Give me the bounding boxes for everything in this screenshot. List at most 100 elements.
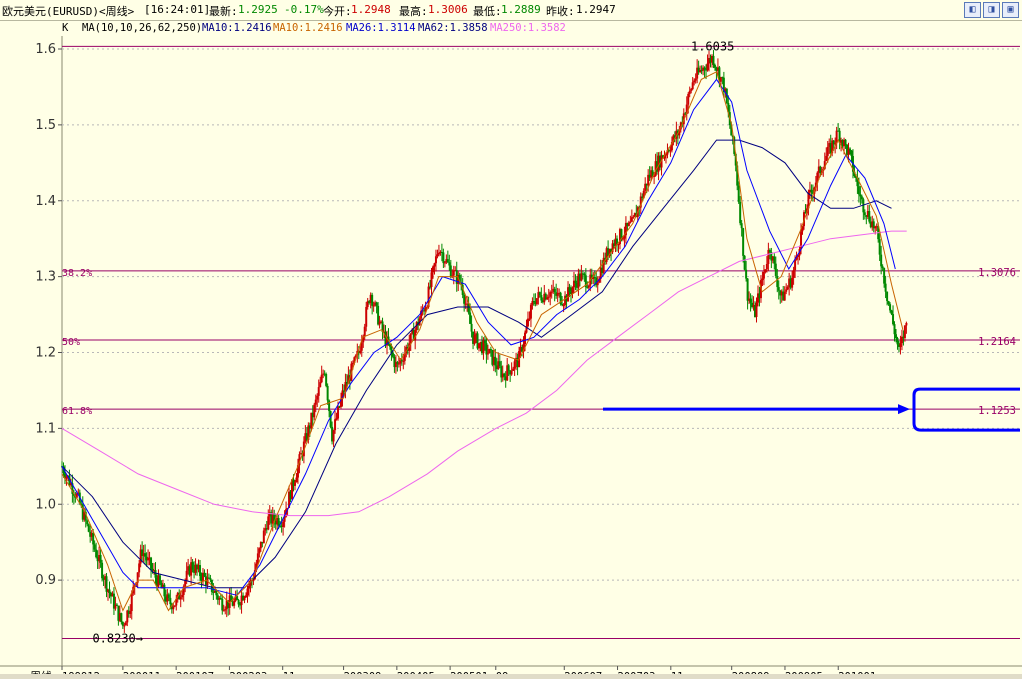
candle-body-475 bbox=[765, 264, 768, 270]
candle-body-40 bbox=[120, 613, 123, 622]
y-tick-label-2: 1.1 bbox=[35, 421, 56, 436]
candle-body-252 bbox=[434, 256, 437, 264]
candle-body-556 bbox=[886, 291, 889, 302]
candle-body-3 bbox=[65, 476, 68, 479]
candle-body-104 bbox=[215, 590, 218, 596]
candle-body-185 bbox=[335, 418, 338, 420]
candle-body-276 bbox=[470, 323, 473, 332]
candle-body-457 bbox=[739, 201, 742, 224]
candle-body-23 bbox=[95, 549, 98, 558]
candle-body-559 bbox=[890, 310, 893, 315]
candle-body-66 bbox=[158, 575, 161, 584]
latest-value: 1.2925 bbox=[238, 3, 278, 16]
candle-body-81 bbox=[181, 594, 184, 598]
candle-body-32 bbox=[108, 589, 111, 593]
y-tick-label-3: 1.2 bbox=[35, 346, 56, 361]
candle-body-118 bbox=[236, 596, 239, 601]
candle-body-133 bbox=[258, 548, 261, 554]
candle-body-60 bbox=[150, 557, 153, 569]
candle-body-258 bbox=[443, 262, 446, 264]
candle-body-461 bbox=[745, 269, 748, 279]
fib-value-label-1: 1.3076 bbox=[978, 267, 1016, 279]
restore-left-icon[interactable]: ◧ bbox=[964, 2, 981, 18]
candle-body-254 bbox=[437, 252, 440, 255]
candle-body-330 bbox=[550, 291, 553, 293]
candle-body-488 bbox=[785, 289, 788, 292]
candle-body-63 bbox=[154, 570, 157, 578]
candle-body-492 bbox=[791, 277, 794, 288]
candle-body-126 bbox=[247, 585, 250, 589]
high-label: 最高: bbox=[399, 5, 428, 18]
candle-body-227 bbox=[397, 363, 400, 365]
candle-body-212 bbox=[375, 302, 378, 306]
candle-body-424 bbox=[690, 89, 693, 91]
prev-close-label: 昨收: bbox=[546, 5, 575, 18]
candle-body-427 bbox=[694, 78, 697, 81]
candle-body-109 bbox=[222, 610, 225, 612]
candle-body-108 bbox=[221, 598, 224, 611]
candle-body-139 bbox=[267, 516, 270, 530]
candle-body-433 bbox=[703, 67, 706, 70]
candle-body-80 bbox=[179, 597, 182, 600]
candle-body-410 bbox=[669, 150, 672, 152]
candle-body-84 bbox=[185, 570, 188, 581]
y-tick-label-4: 1.3 bbox=[35, 270, 56, 285]
candle-body-342 bbox=[568, 287, 571, 292]
candle-body-123 bbox=[243, 597, 246, 601]
candle-body-554 bbox=[883, 268, 886, 284]
candle-body-314 bbox=[526, 318, 529, 327]
weekly-kline-chart[interactable]: 38.2% 1.3076 50% 1.2164 61.8% 1.1253 1.6035 0.… bbox=[0, 36, 1022, 674]
candle-body-260 bbox=[446, 259, 449, 263]
candle-body-180 bbox=[328, 400, 331, 412]
candle-body-69 bbox=[163, 584, 166, 597]
candle-body-460 bbox=[743, 255, 746, 270]
quote-header: 欧元美元(EURUSD)<周线> [16:24:01] 最新: 1.2925 -… bbox=[0, 0, 1022, 21]
candle-body-285 bbox=[483, 340, 486, 344]
candle-body-210 bbox=[372, 305, 375, 307]
candle-body-338 bbox=[562, 304, 565, 306]
candle-body-223 bbox=[391, 352, 394, 357]
candle-body-172 bbox=[316, 395, 319, 400]
candle-body-110 bbox=[224, 609, 227, 611]
candle-body-560 bbox=[892, 314, 895, 325]
candle-body-565 bbox=[899, 343, 902, 347]
candle-body-271 bbox=[463, 294, 466, 304]
candle-body-157 bbox=[293, 482, 296, 486]
ma26-line bbox=[61, 78, 896, 596]
high-value: 1.3006 bbox=[428, 3, 468, 16]
y-tick-label-1: 1.0 bbox=[35, 497, 56, 512]
candle-body-562 bbox=[894, 334, 897, 338]
candle-body-494 bbox=[794, 259, 797, 271]
candle-body-304 bbox=[512, 368, 515, 371]
candle-body-96 bbox=[203, 572, 206, 577]
candle-body-352 bbox=[583, 273, 586, 276]
candle-body-569 bbox=[905, 322, 908, 326]
maximize-icon[interactable]: ▣ bbox=[1002, 2, 1019, 18]
header-time: [16:24:01] bbox=[144, 3, 211, 16]
candle-body-346 bbox=[574, 280, 577, 283]
restore-right-icon[interactable]: ◨ bbox=[983, 2, 1000, 18]
candle-body-73 bbox=[169, 597, 172, 605]
candle-body-178 bbox=[325, 374, 328, 386]
candle-body-383 bbox=[629, 221, 632, 223]
candle-body-275 bbox=[469, 312, 472, 324]
candle-body-205 bbox=[365, 306, 368, 327]
candle-body-481 bbox=[774, 263, 777, 276]
candle-body-249 bbox=[430, 272, 433, 288]
candle-body-41 bbox=[121, 621, 124, 626]
candle-body-100 bbox=[209, 578, 212, 580]
candle-body-553 bbox=[881, 266, 884, 269]
candle-body-37 bbox=[115, 604, 118, 606]
target-arrow-head bbox=[898, 404, 910, 415]
candle-body-196 bbox=[351, 362, 354, 364]
k-label: K bbox=[62, 22, 69, 34]
extreme-label-1: 0.8230→ bbox=[92, 632, 143, 646]
candle-body-124 bbox=[245, 595, 248, 598]
low-label: 最低: bbox=[473, 5, 502, 18]
prev-close-value: 1.2947 bbox=[576, 3, 616, 16]
candle-body-322 bbox=[538, 292, 541, 296]
candle-body-46 bbox=[129, 611, 132, 614]
candle-body-61 bbox=[151, 568, 154, 571]
ma10-b-value: MA10:1.2416 bbox=[273, 22, 343, 34]
candle-body-385 bbox=[632, 216, 635, 218]
